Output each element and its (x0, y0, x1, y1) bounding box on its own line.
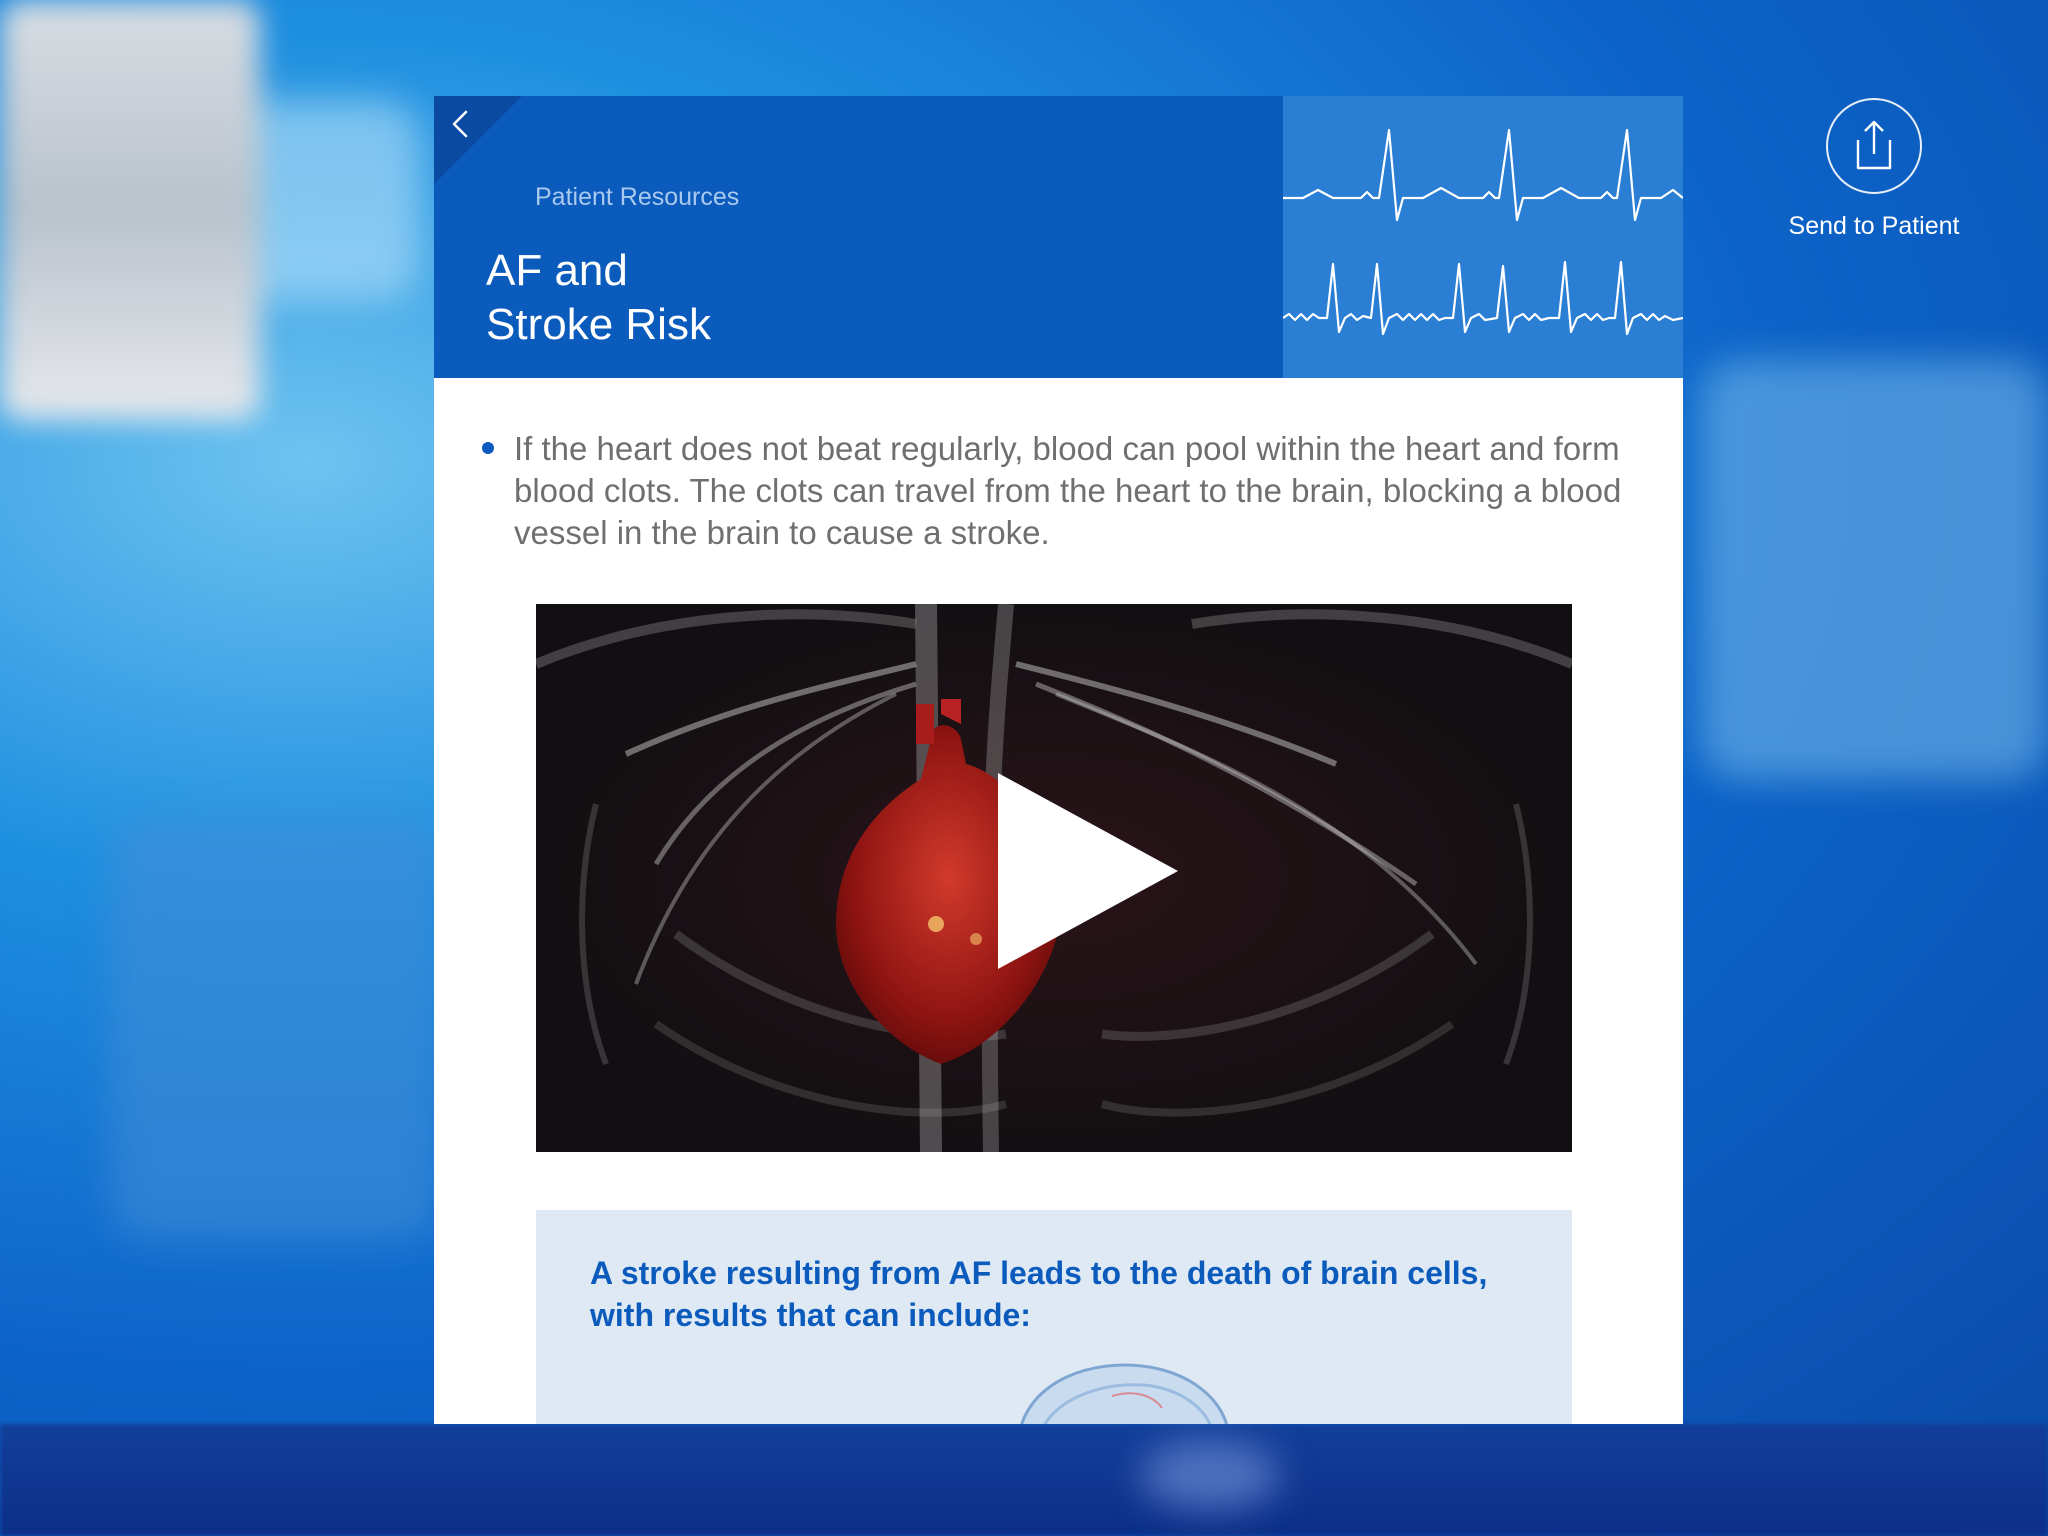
page-title-line-2: Stroke Risk (486, 300, 711, 349)
page-title-line-1: AF and (486, 246, 628, 295)
back-button[interactable] (442, 104, 482, 144)
callout-text: A stroke resulting from AF leads to the … (590, 1255, 1488, 1333)
brain-illustration-icon (1020, 1363, 1228, 1424)
play-icon[interactable] (998, 773, 1178, 969)
bullet-text: If the heart does not beat regularly, bl… (514, 430, 1622, 551)
background-panel-right (1700, 360, 2048, 780)
share-icon (1856, 120, 1892, 170)
bullet-dot (482, 442, 494, 454)
hero-header: Patient Resources AF and Stroke Risk (434, 96, 1683, 378)
background-bottom-glow (1140, 1440, 1280, 1510)
resource-card: Patient Resources AF and Stroke Risk If … (434, 96, 1683, 1424)
page-title: AF and Stroke Risk (486, 244, 711, 352)
breadcrumb[interactable]: Patient Resources (535, 183, 739, 212)
send-to-patient-label[interactable]: Send to Patient (1726, 212, 2022, 241)
ecg-illustration (1283, 96, 1683, 378)
background-bottom-bar (0, 1424, 2048, 1536)
background-photo (0, 0, 260, 420)
send-to-patient-button[interactable] (1826, 98, 1922, 194)
video-player[interactable] (536, 604, 1572, 1152)
chevron-left-icon (452, 110, 468, 138)
info-callout: A stroke resulting from AF leads to the … (536, 1210, 1572, 1424)
bullet-item: If the heart does not beat regularly, bl… (482, 428, 1632, 554)
background-panel-left (110, 820, 440, 1240)
